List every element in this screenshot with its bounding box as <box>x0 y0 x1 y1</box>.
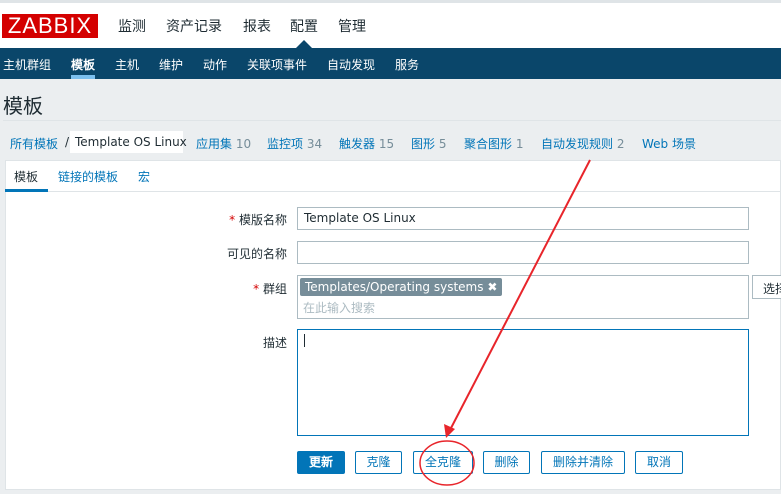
annotation-arrow <box>449 159 591 431</box>
annotation-overlay <box>419 159 591 486</box>
annotation-arrowhead <box>444 424 455 438</box>
annotation-circle <box>419 440 475 486</box>
